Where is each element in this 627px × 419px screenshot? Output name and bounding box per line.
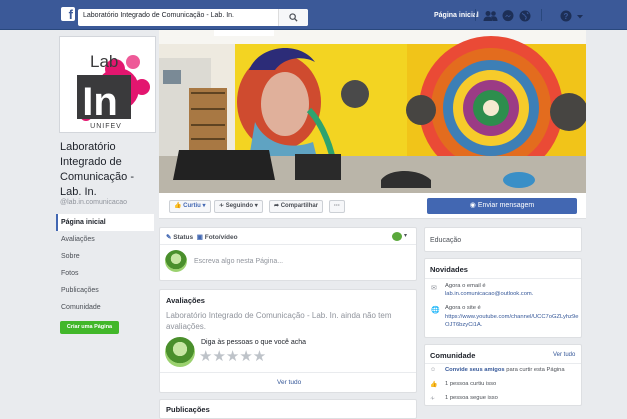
nav-item-home[interactable]: Página inicial [56,214,154,231]
messenger-icon[interactable] [502,10,514,22]
nav-divider-2 [541,9,542,21]
email-label: Agora o email é [445,283,486,289]
reviews-see-all-link[interactable]: Ver tudo [277,379,301,386]
nav-divider [475,9,476,21]
svg-text:?: ? [564,12,569,21]
chevron-down-icon: ▾ [202,203,206,209]
category-card: Educação [424,227,582,252]
nav-item-photos[interactable]: Fotos [56,265,154,282]
category-label[interactable]: Educação [430,237,461,244]
page-avatar-selector[interactable] [392,232,402,241]
news-card: Novidades ✉ Agora o email é lab.in.comun… [424,258,582,338]
community-see-all-link[interactable]: Ver tudo [553,352,575,358]
page-title: Laboratório Integrado de Comunicação - L… [60,141,134,198]
cover-image [159,30,586,193]
reviews-title[interactable]: Avaliações [166,296,205,305]
site-link[interactable]: https://www.youtube.com/channel/UCC7oGZL… [445,313,579,329]
community-title[interactable]: Comunidade [430,351,475,360]
chevron-down-icon: ▾ [254,203,258,209]
friends-icon[interactable] [483,10,498,22]
create-page-button[interactable]: Criar uma Página [60,321,119,334]
thumbs-up-icon: 👍 [174,203,182,209]
nav-item-about[interactable]: Sobre [56,248,154,265]
invite-rest-text: para curtir esta Página [504,367,565,373]
nav-item-posts[interactable]: Publicações [56,282,154,299]
search-input-value: Laboratório Integrado de Comunicação - L… [83,12,234,19]
star-rating-input[interactable]: ★★★★★ [199,347,266,365]
invite-friends-icon: ☺ [430,367,437,373]
logo-in-text: In [82,80,118,124]
community-card: Comunidade Ver tudo ☺ Convide seus amigo… [424,344,582,406]
nav-item-reviews[interactable]: Avaliações [56,231,154,248]
pencil-icon: ✎ [166,234,172,241]
email-link[interactable]: lab.in.comunicacao@outlook.com. [445,291,533,297]
email-icon: ✉ [431,285,437,292]
share-button[interactable]: ➦ Compartilhar [269,200,324,213]
help-icon[interactable]: ? [560,10,572,22]
rss-icon: ∻ [430,396,436,402]
invite-text: Convide seus amigos para curtir esta Pág… [445,367,565,373]
divider [160,372,416,373]
send-message-button[interactable]: ◉ Enviar mensagem [427,198,577,214]
composer-input[interactable]: Escreva algo nesta Página... [194,258,283,265]
chevron-down-icon[interactable]: ▾ [404,232,407,239]
status-tab[interactable]: Status [173,234,193,241]
page-avatar [165,337,195,367]
reviews-card: Avaliações Laboratório Integrado de Comu… [159,289,417,393]
follow-label: Seguindo [225,203,254,209]
post-composer: ✎ Status ▣ Foto/vídeo ▾ Escreva algo nes… [159,227,417,281]
logo-sub-text: UNIFEV [90,123,122,130]
posts-title: Publicações [166,405,210,414]
chevron-down-icon[interactable] [576,10,584,22]
like-label: Curtiu [183,203,201,209]
lab-in-logo: Lab In UNIFEV [60,37,155,132]
follows-count: 1 pessoa segue isso [445,395,498,401]
top-bar: f Laboratório Integrado de Comunicação -… [0,0,627,30]
news-title: Novidades [430,265,468,274]
photo-tab[interactable]: Foto/vídeo [205,234,238,241]
posts-card: Publicações [159,399,417,419]
invite-friends-link[interactable]: Convide seus amigos [445,367,505,373]
divider [160,244,416,245]
share-arrow-icon: ➦ [274,203,280,209]
facebook-logo-icon[interactable]: f [61,7,75,21]
search-icon [289,13,298,22]
follow-button[interactable]: ∻ Seguindo ▾ [214,200,263,213]
divider [425,278,581,279]
share-label: Compartilhar [280,203,319,209]
home-link[interactable]: Página inicial [434,12,479,19]
page-handle[interactable]: @lab.in.comunicacao [60,199,127,206]
search-button[interactable] [278,9,308,26]
messenger-icon: ◉ [469,202,476,209]
likes-count: 1 pessoa curtiu isso [445,381,497,387]
like-button[interactable]: 👍 Curtiu ▾ [169,200,211,213]
search-input[interactable]: Laboratório Integrado de Comunicação - L… [78,9,308,26]
globe-icon[interactable] [519,10,531,22]
thumbs-up-icon: 👍 [430,382,438,388]
profile-picture[interactable]: Lab In UNIFEV [59,36,156,133]
globe-icon: 🌐 [431,307,440,314]
cover-photo[interactable] [159,30,586,193]
left-navigation: Página inicial Avaliações Sobre Fotos Pu… [56,214,154,316]
reviews-empty-text: Laboratório Integrado de Comunicação - L… [166,311,392,331]
page-avatar [165,250,187,272]
divider [425,363,581,364]
photo-icon: ▣ [196,234,203,241]
review-prompt: Diga às pessoas o que você acha [201,339,307,346]
site-label: Agora o site é [445,305,481,311]
rss-icon: ∻ [219,203,225,209]
nav-item-community[interactable]: Comunidade [56,299,154,316]
logo-lab-text: Lab [90,52,118,71]
more-button[interactable]: ··· [329,200,345,213]
send-message-label: Enviar mensagem [477,202,535,209]
